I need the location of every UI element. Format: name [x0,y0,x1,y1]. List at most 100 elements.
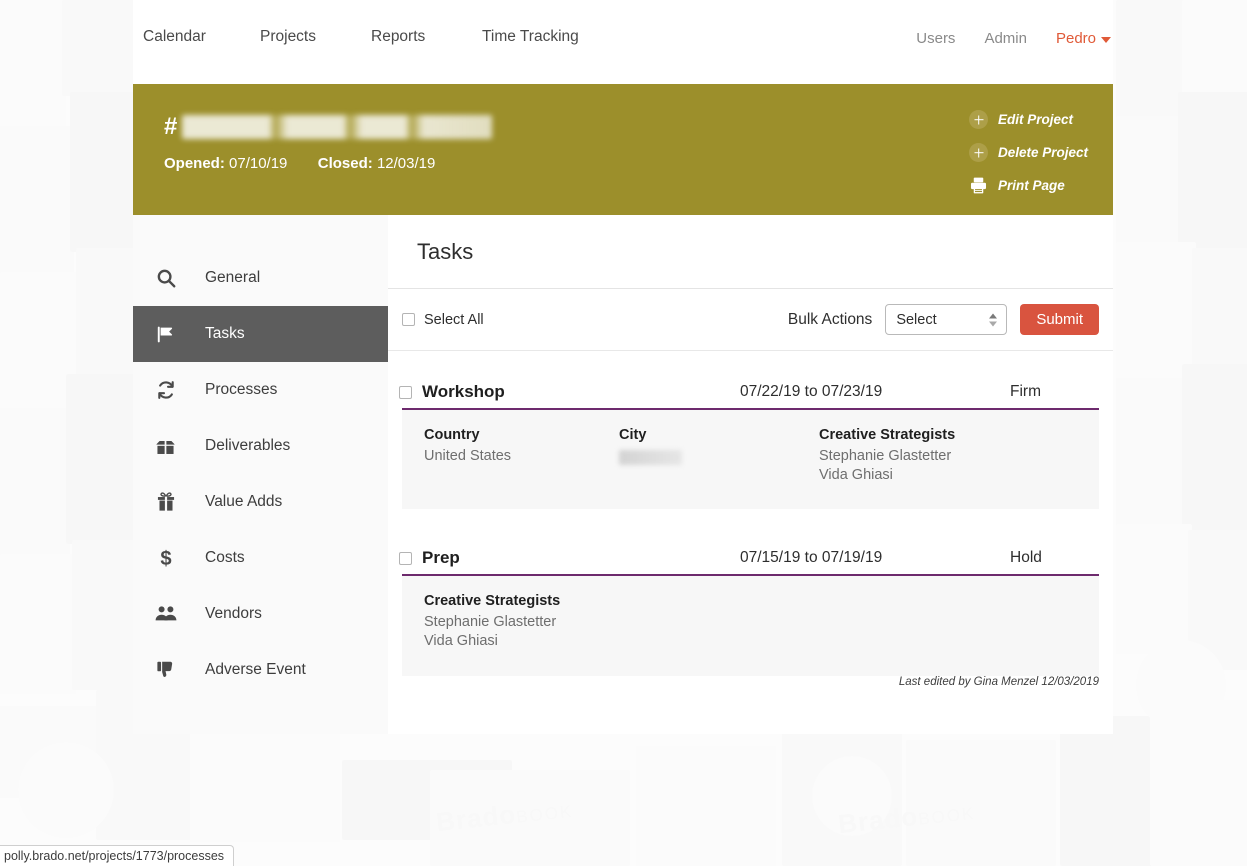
sidebar-item-vendors[interactable]: Vendors [133,586,388,642]
sidebar-item-adverse-event[interactable]: Adverse Event [133,642,388,698]
last-edited-note: Last edited by Gina Menzel 12/03/2019 [898,675,1099,688]
status-bar-url: polly.brado.net/projects/1773/processes [0,845,235,866]
nav-reports[interactable]: Reports [371,28,482,46]
task-city-column: City [619,427,819,485]
bulk-actions-selected-value: Select [896,311,937,328]
task-checkbox[interactable] [399,385,412,399]
nav-projects[interactable]: Projects [260,28,371,46]
refresh-icon [150,379,181,401]
sidebar-item-value-adds[interactable]: Value Adds [133,474,388,530]
gift-icon [150,491,181,513]
bulk-actions-label: Bulk Actions [787,310,873,328]
nav-users[interactable]: Users [916,30,955,47]
select-all-control[interactable]: Select All [402,312,484,328]
sidebar-item-costs[interactable]: $ Costs [133,530,388,586]
task-status: Firm [1010,383,1041,400]
tasks-panel: Tasks Select All Bulk Actions Select Sub… [388,215,1113,710]
nav-admin[interactable]: Admin [984,30,1027,47]
task-dates: 07/15/19 to 07/19/19 [740,549,883,567]
sidebar-item-processes[interactable]: Processes [133,362,388,418]
plus-circle-icon [969,143,988,162]
sidebar-item-label: Adverse Event [205,661,306,678]
task-dates: 07/22/19 to 07/23/19 [740,383,883,400]
delete-project-link[interactable]: Delete Project [969,143,1104,162]
nav-calendar[interactable]: Calendar [143,28,260,46]
bulk-actions-bar: Select All Bulk Actions Select Submit [388,289,1113,351]
sidebar-item-label: Processes [205,381,278,398]
primary-nav: Calendar Projects Reports Time Tracking [143,28,579,46]
task-country-column: Country United States [402,427,619,485]
project-sidebar: General Tasks Processes Deliverables Val… [133,215,388,734]
project-actions: Edit Project Delete Project Print Page [969,110,1104,195]
closed-value: 12/03/19 [376,155,436,172]
thumbs-down-icon [150,659,181,681]
city-value-redacted [619,450,682,465]
nav-time-tracking[interactable]: Time Tracking [482,28,579,46]
sidebar-item-label: General [205,269,261,286]
sidebar-item-label: Costs [205,549,245,566]
dollar-icon: $ [150,547,181,569]
closed-label: Closed: [317,155,373,172]
user-menu[interactable]: Pedro [1056,30,1111,47]
task-strategists-column: Creative Strategists Stephanie Glastette… [819,427,1069,485]
project-dates: Opened: 07/10/19 Closed: 12/03/19 [164,155,435,172]
task-header-row[interactable]: Workshop 07/22/19 to 07/23/19 Firm [399,382,1099,410]
strategist-name: Vida Ghiasi [819,467,893,484]
edit-project-label: Edit Project [998,112,1074,127]
task-strategists-column: Creative Strategists Stephanie Glastette… [402,593,652,651]
sidebar-item-label: Value Adds [205,493,283,510]
edit-project-link[interactable]: Edit Project [969,110,1104,129]
strategist-name: Stephanie Glastetter [819,448,952,464]
select-all-label: Select All [424,311,484,328]
panel-header: Tasks [388,215,1113,289]
sidebar-item-general[interactable]: General [133,250,388,306]
project-hash: # [164,113,178,140]
task-name: Workshop [422,382,505,401]
user-menu-label: Pedro [1055,30,1096,47]
svg-text:$: $ [160,548,171,569]
sidebar-item-label: Deliverables [205,437,291,454]
project-title: # [164,113,493,141]
task-name: Prep [422,548,460,568]
secondary-nav: Users Admin Pedro [916,30,1111,47]
magnifier-icon [150,267,181,289]
project-banner: # Opened: 07/10/19 Closed: 12/03/19 Edit… [133,84,1113,215]
caret-down-icon [1101,36,1111,43]
stepper-arrows-icon [989,313,998,326]
task-status: Hold [1010,549,1042,567]
task-detail: Country United States City Creative Stra… [402,410,1099,510]
task-checkbox[interactable] [399,551,412,565]
strategist-name: Vida Ghiasi [424,633,498,650]
sidebar-item-tasks[interactable]: Tasks [133,306,388,362]
top-navigation-bar: Calendar Projects Reports Time Tracking … [133,0,1113,84]
submit-button[interactable]: Submit [1020,304,1099,335]
project-title-redacted [182,115,493,139]
task-item: Workshop 07/22/19 to 07/23/19 Firm Count… [399,382,1099,510]
strategist-name: Stephanie Glastetter [424,614,557,631]
delete-project-label: Delete Project [998,145,1089,160]
bulk-actions-select[interactable]: Select [885,304,1008,335]
task-detail: Creative Strategists Stephanie Glastette… [402,576,1099,676]
people-icon [150,602,181,626]
sidebar-item-deliverables[interactable]: Deliverables [133,418,388,474]
task-header-row[interactable]: Prep 07/15/19 to 07/19/19 Hold [399,548,1099,577]
sidebar-item-label: Vendors [205,605,262,622]
plus-circle-icon [969,110,988,129]
print-page-label: Print Page [998,178,1065,193]
opened-value: 07/10/19 [229,155,288,172]
app-page: Calendar Projects Reports Time Tracking … [133,0,1113,734]
flag-icon [150,324,181,345]
printer-icon [969,176,988,195]
open-box-icon [150,435,181,458]
country-value: United States [424,448,512,464]
page-title: Tasks [417,238,474,264]
country-label: Country [424,427,480,443]
strategists-label: Creative Strategists [819,427,956,443]
task-list: Workshop 07/22/19 to 07/23/19 Firm Count… [388,351,1113,676]
select-all-checkbox[interactable] [402,313,415,326]
task-item: Prep 07/15/19 to 07/19/19 Hold Creative … [399,548,1099,676]
city-label: City [619,427,647,443]
sidebar-item-label: Tasks [205,325,245,342]
strategists-label: Creative Strategists [424,593,561,610]
print-page-link[interactable]: Print Page [969,176,1104,195]
